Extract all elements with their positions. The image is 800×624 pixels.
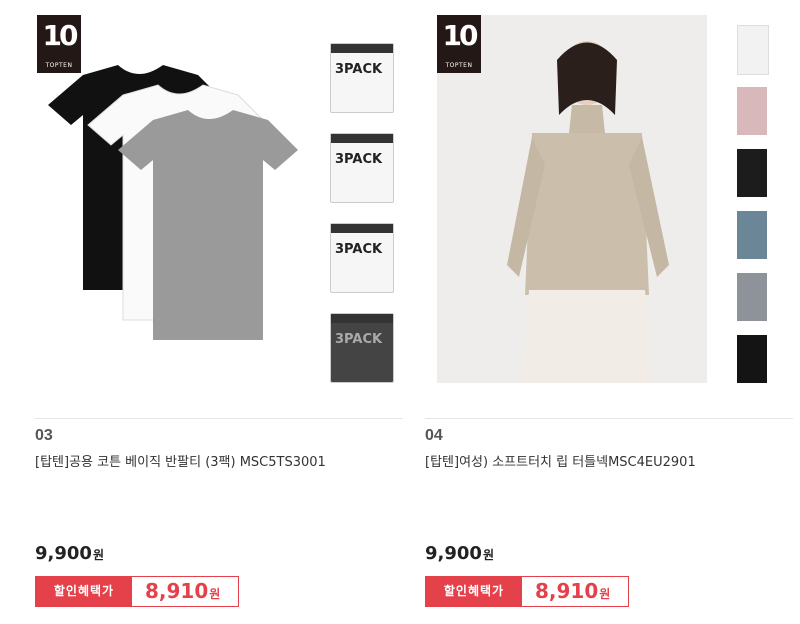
product-number: 04 (425, 427, 443, 444)
product-name[interactable]: [탑텐]여성) 소프트터치 립 터틀넥MSC4EU2901 (425, 451, 696, 470)
product-image-turtleneck[interactable]: 10 TOPTEN (425, 0, 795, 395)
color-swatch-blue[interactable] (737, 211, 767, 259)
discount-label: 할인혜택가 (426, 577, 522, 606)
product-price: 9,900원 (35, 543, 104, 564)
discount-price: 8,910원 (145, 579, 221, 603)
divider (425, 418, 793, 419)
pack-thumb-black[interactable]: 3PACK (330, 133, 394, 203)
pack-thumb-dark[interactable]: 3PACK (330, 313, 394, 383)
product-image-tshirt-3pack[interactable]: 10 TOPTEN 3PACK 3PACK 3PACK 3PACK (35, 0, 405, 395)
tshirt-stack-image (48, 65, 298, 340)
color-swatch-white[interactable] (737, 25, 769, 75)
color-swatch-black[interactable] (737, 149, 767, 197)
product-card-03[interactable]: 10 TOPTEN 3PACK 3PACK 3PACK 3PACK 03 [탑텐… (35, 0, 405, 624)
product-price: 9,900원 (425, 543, 494, 564)
pack-thumb-white[interactable]: 3PACK (330, 43, 394, 113)
discount-label: 할인혜택가 (36, 577, 132, 606)
color-swatch-black-2[interactable] (737, 335, 767, 383)
product-card-04[interactable]: 10 TOPTEN 04 [탑텐]여성) 소프트터치 립 터틀넥MSC4EU29… (425, 0, 795, 624)
discount-price: 8,910원 (535, 579, 611, 603)
product-name[interactable]: [탑텐]공용 코튼 베이직 반팔티 (3팩) MSC5TS3001 (35, 451, 326, 470)
product-number: 03 (35, 427, 53, 444)
divider (35, 418, 403, 419)
brand-logo: 10 TOPTEN (437, 15, 481, 73)
discount-price-box: 할인혜택가 8,910원 (35, 576, 239, 607)
color-swatch-gray[interactable] (737, 273, 767, 321)
discount-price-box: 할인혜택가 8,910원 (425, 576, 629, 607)
color-swatch-pink[interactable] (737, 87, 767, 135)
pack-thumb-mixed[interactable]: 3PACK (330, 223, 394, 293)
